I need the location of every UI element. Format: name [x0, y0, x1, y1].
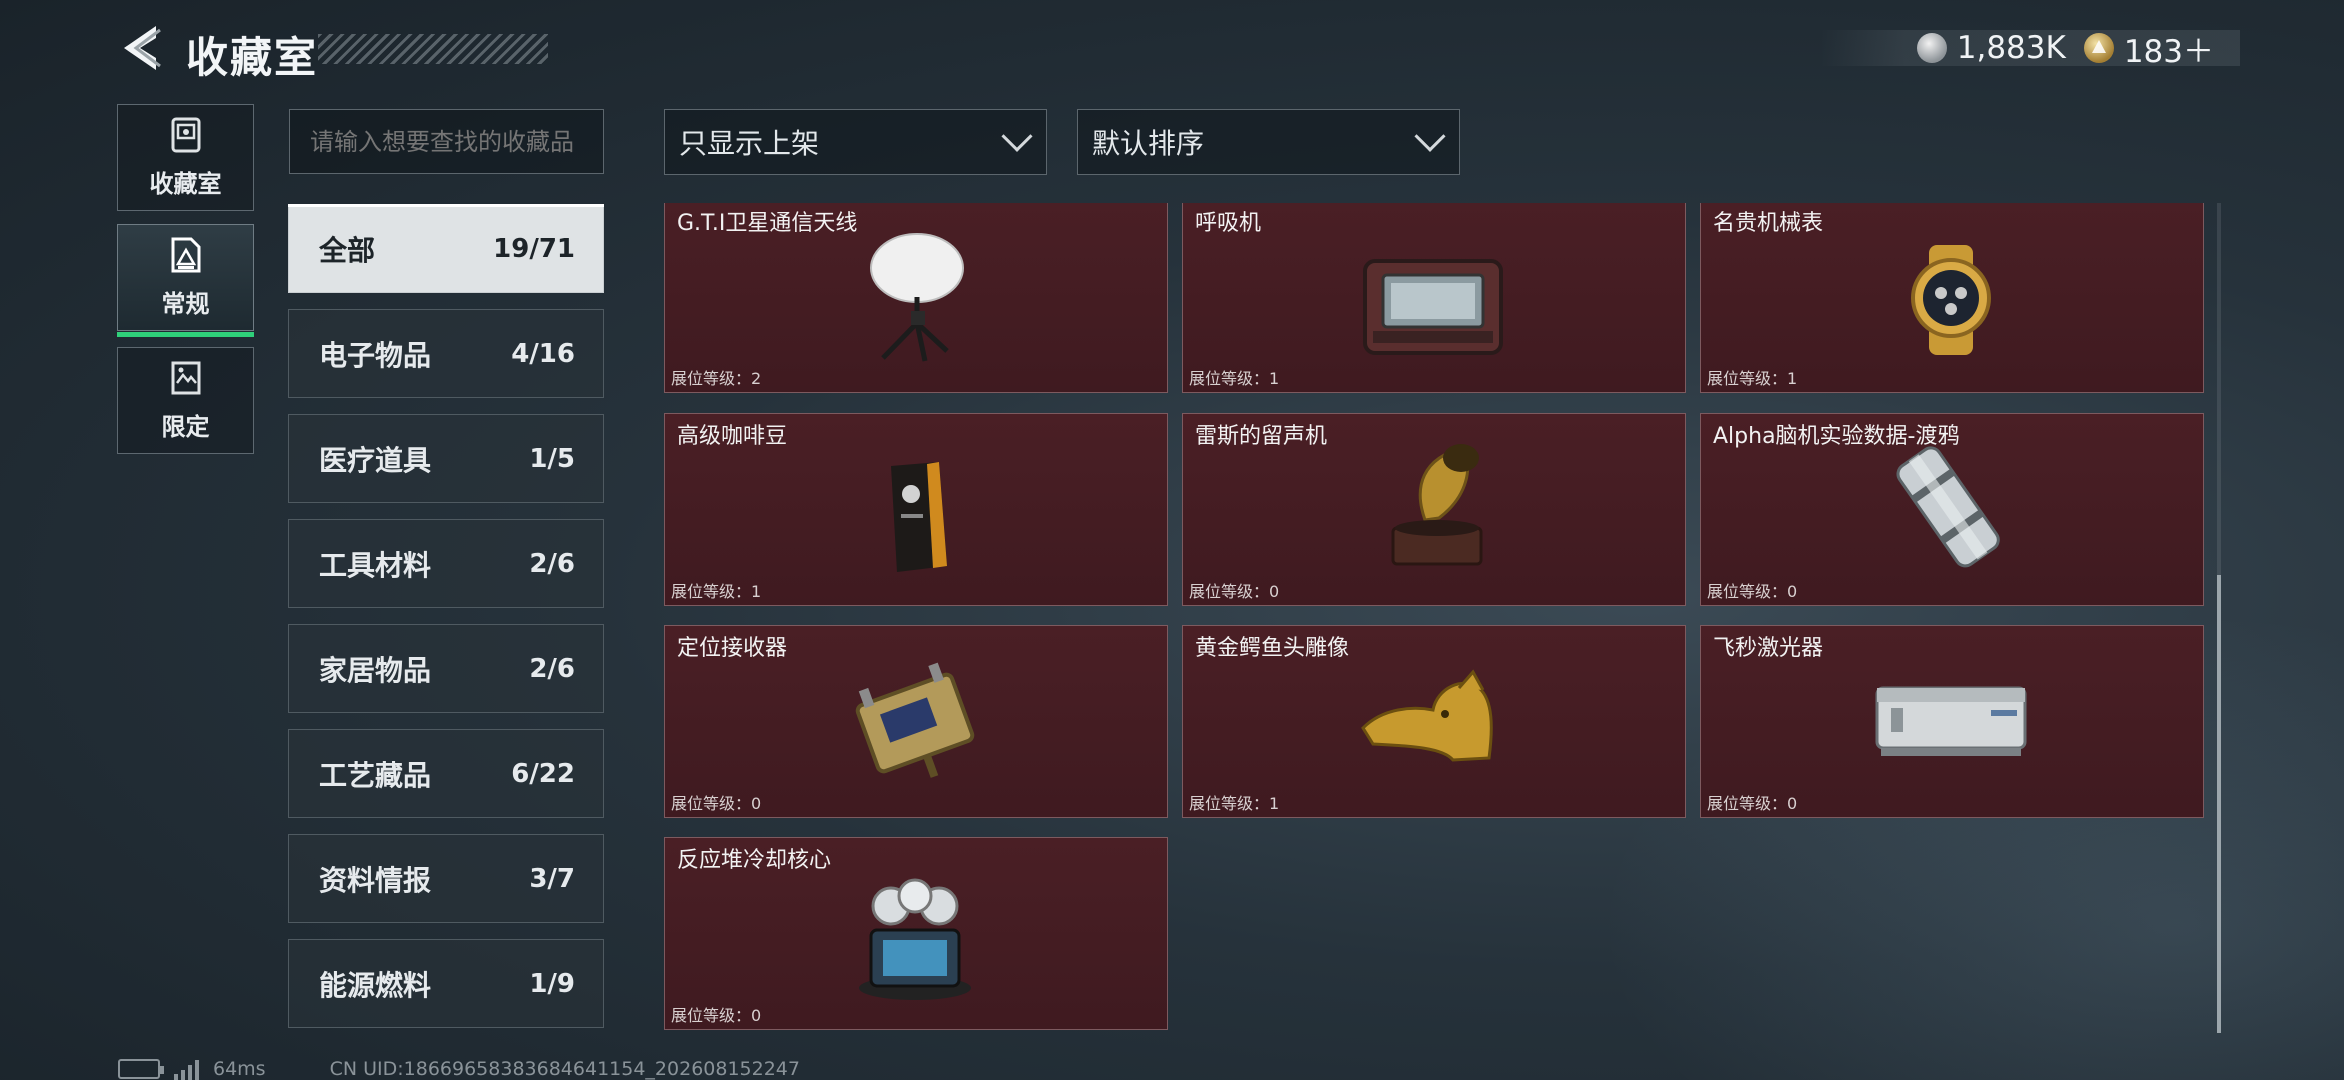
silver-coin-amount: 1,883K [1956, 30, 2066, 66]
category-label: 医疗道具 [319, 443, 432, 477]
tab-collection-room-label: 收藏室 [149, 170, 222, 198]
reactor-cooling-core-icon [859, 878, 971, 1000]
item-level: 展位等级：2 [671, 369, 762, 388]
item-card[interactable]: 名贵机械表 展位等级：1 [1700, 203, 2204, 393]
category-label: 工具材料 [319, 548, 432, 582]
category-label: 能源燃料 [319, 968, 432, 1002]
category-count: 19/71 [493, 233, 575, 264]
item-name: G.T.I卫星通信天线 [677, 211, 858, 236]
category-count: 1/5 [529, 443, 575, 474]
luxury-watch-icon [1911, 245, 1991, 355]
signal-icon [174, 1058, 199, 1080]
item-card[interactable]: 反应堆冷却核心 展位等级：0 [664, 837, 1168, 1030]
back-arrow-icon[interactable] [116, 22, 164, 74]
battery-icon [118, 1059, 164, 1079]
item-card[interactable]: G.T.I卫星通信天线 展位等级：2 [664, 203, 1168, 393]
category-intel[interactable]: 资料情报 3/7 [288, 834, 604, 923]
item-level: 展位等级：0 [671, 1006, 762, 1025]
collection-room-icon [171, 117, 200, 153]
item-name: 呼吸机 [1195, 211, 1262, 236]
sort-value: 默认排序 [1092, 127, 1205, 160]
category-label: 工艺藏品 [319, 758, 432, 792]
category-count: 6/22 [511, 758, 575, 789]
uid-text: CN UID:18669658383684641154_202608152247 [329, 1058, 800, 1080]
category-electronics[interactable]: 电子物品 4/16 [288, 309, 604, 398]
category-count: 1/9 [529, 968, 575, 999]
latency-text: 64ms [213, 1058, 266, 1080]
limited-icon [171, 361, 200, 395]
sort-dropdown[interactable]: 默认排序 [1077, 109, 1460, 175]
category-label: 家居物品 [319, 653, 432, 687]
satellite-dish-icon [870, 233, 964, 362]
currency-bar: 1,883K 183＋ [1820, 30, 2240, 70]
chevron-down-icon [1414, 120, 1446, 152]
display-filter-dropdown[interactable]: 只显示上架 [664, 109, 1047, 175]
item-level: 展位等级：1 [671, 582, 762, 601]
item-level: 展位等级：1 [1707, 369, 1798, 388]
item-card[interactable]: 高级咖啡豆 展位等级：1 [664, 413, 1168, 606]
tab-collection-room[interactable]: 收藏室 [117, 104, 254, 211]
coffee-bean-bag-icon [891, 462, 947, 572]
femtosecond-laser-icon [1875, 686, 2027, 756]
item-card[interactable]: Alpha脑机实验数据-渡鸦 展位等级：0 [1700, 413, 2204, 606]
category-household[interactable]: 家居物品 2/6 [288, 624, 604, 713]
category-count: 3/7 [529, 863, 575, 894]
gold-coin-icon [2083, 33, 2114, 63]
gold-crocodile-statue-icon [1361, 669, 1493, 762]
tab-limited-label: 限定 [161, 413, 210, 441]
status-bar: 64ms CN UID:18669658383684641154_2026081… [118, 1058, 800, 1080]
silver-coin-icon [1916, 33, 1947, 63]
category-energy[interactable]: 能源燃料 1/9 [288, 939, 604, 1028]
item-level: 展位等级：0 [1189, 582, 1280, 601]
item-grid: G.T.I卫星通信天线 展位等级：2 呼吸机 展位等级：1 名贵机械表 展位等级… [660, 203, 2210, 1035]
item-name: 定位接收器 [677, 636, 788, 661]
item-level: 展位等级：0 [1707, 582, 1798, 601]
locator-receiver-icon [855, 662, 975, 778]
item-name: 反应堆冷却核心 [677, 848, 832, 873]
item-name: 雷斯的留声机 [1195, 424, 1328, 449]
item-name: 黄金鳄鱼头雕像 [1195, 636, 1350, 661]
scroll-thumb[interactable] [2217, 575, 2221, 1033]
category-all[interactable]: 全部 19/71 [288, 204, 604, 293]
category-medical[interactable]: 医疗道具 1/5 [288, 414, 604, 503]
category-count: 2/6 [529, 653, 575, 684]
regular-icon [171, 237, 200, 273]
category-crafts[interactable]: 工艺藏品 6/22 [288, 729, 604, 818]
tab-regular-label: 常规 [161, 290, 210, 318]
item-card[interactable]: 雷斯的留声机 展位等级：0 [1182, 413, 1686, 606]
item-level: 展位等级：1 [1189, 369, 1280, 388]
category-count: 2/6 [529, 548, 575, 579]
tab-regular[interactable]: 常规 [117, 224, 254, 337]
item-card[interactable]: 呼吸机 展位等级：1 [1182, 203, 1686, 393]
gold-coin-amount[interactable]: 183＋ [2124, 26, 2214, 71]
ventilator-icon [1363, 259, 1503, 355]
item-name: 高级咖啡豆 [677, 424, 788, 449]
category-label: 资料情报 [319, 863, 432, 897]
item-card[interactable]: 黄金鳄鱼头雕像 展位等级：1 [1182, 625, 1686, 818]
item-level: 展位等级：0 [1707, 794, 1798, 813]
gramophone-icon [1391, 444, 1483, 566]
category-tools[interactable]: 工具材料 2/6 [288, 519, 604, 608]
search-input[interactable] [289, 109, 604, 174]
display-filter-value: 只显示上架 [679, 127, 820, 160]
tab-limited[interactable]: 限定 [117, 347, 254, 454]
category-label: 电子物品 [319, 338, 432, 372]
title-decoration [318, 34, 548, 64]
item-card[interactable]: 定位接收器 展位等级：0 [664, 625, 1168, 818]
data-canister-icon [1896, 446, 2000, 568]
item-name: 名贵机械表 [1713, 211, 1824, 236]
scrollbar[interactable] [2217, 203, 2221, 1033]
item-level: 展位等级：1 [1189, 794, 1280, 813]
category-count: 4/16 [511, 338, 575, 369]
page-title: 收藏室 [186, 33, 319, 82]
item-level: 展位等级：0 [671, 794, 762, 813]
chevron-down-icon [1001, 120, 1033, 152]
category-label: 全部 [319, 233, 376, 267]
item-card[interactable]: 飞秒激光器 展位等级：0 [1700, 625, 2204, 818]
